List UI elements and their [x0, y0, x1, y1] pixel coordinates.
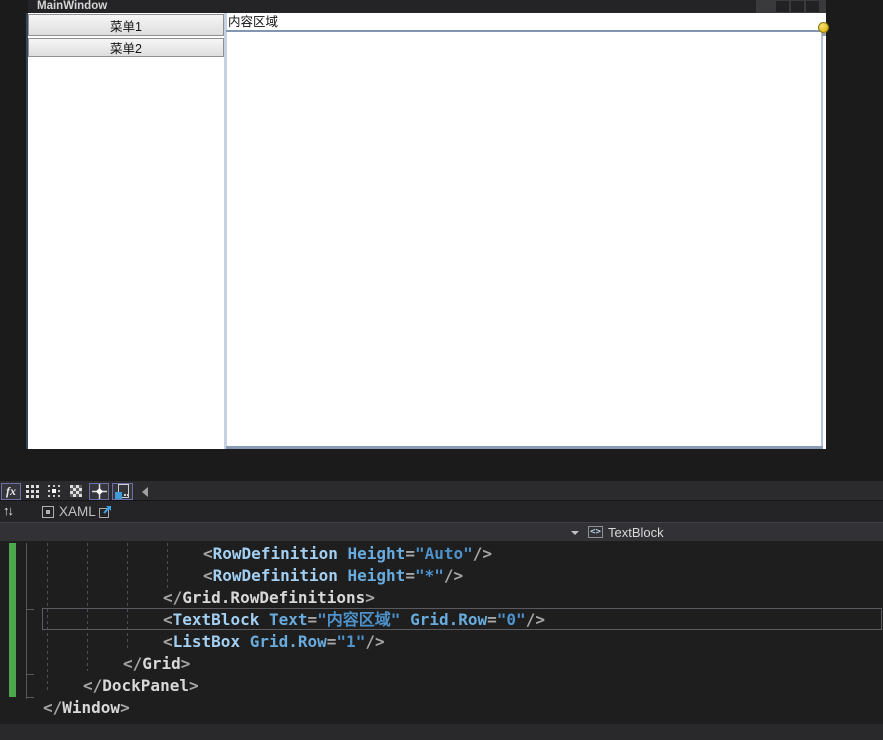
code-token: = [405, 544, 415, 563]
listbox-bottom-border [226, 446, 823, 449]
indent-guide [127, 543, 128, 649]
project-code-icon[interactable] [112, 483, 133, 500]
code-token: > [365, 588, 375, 607]
lightbulb-handle-icon[interactable] [818, 22, 829, 33]
code-token: > [120, 698, 130, 717]
track-changes-bar [9, 543, 16, 697]
outlining-tick [26, 697, 34, 698]
code-token: /> [444, 566, 463, 585]
designer-toolbar: fx [0, 481, 883, 500]
collapse-left-icon[interactable] [139, 483, 151, 500]
code-token: = [327, 632, 337, 651]
code-line-1[interactable]: <RowDefinition Height="Auto"/> [203, 543, 492, 565]
code-token: /> [473, 544, 492, 563]
swap-panes-icon[interactable]: ↑↓ [3, 503, 12, 518]
listbox-top-border [226, 30, 823, 32]
close-button[interactable] [806, 1, 819, 12]
code-token: Grid.RowDefinitions [182, 588, 365, 607]
editor-pane-tab-bar: ↑↓ XAML [0, 500, 883, 522]
code-token: TextBlock [173, 610, 260, 629]
code-token: "内容区域" [317, 610, 400, 629]
design-surface[interactable]: 菜单1 菜单2 内容区域 [28, 13, 826, 449]
xaml-code-editor[interactable]: <RowDefinition Height="Auto"/><RowDefini… [0, 541, 883, 740]
indent-guide [167, 543, 168, 588]
code-token [400, 610, 410, 629]
snaplines-icon[interactable] [89, 483, 109, 500]
window-buttons-group [756, 0, 826, 13]
code-line-3[interactable]: </Grid.RowDefinitions> [163, 587, 375, 609]
code-line-4[interactable]: <TextBlock Text="内容区域" Grid.Row="0"/> [163, 609, 545, 631]
design-window-titlebar: MainWindow [28, 0, 826, 13]
code-token: RowDefinition [213, 544, 338, 563]
code-token [338, 544, 348, 563]
code-token: "Auto" [415, 544, 473, 563]
code-line-7[interactable]: </DockPanel> [83, 675, 199, 697]
code-token: = [487, 610, 497, 629]
code-line-5[interactable]: <ListBox Grid.Row="1"/> [163, 631, 385, 653]
dot-grid-icon[interactable] [46, 483, 63, 500]
editor-bottom-strip [0, 724, 883, 740]
code-token: = [308, 610, 318, 629]
code-token: "*" [415, 566, 444, 585]
code-token [259, 610, 269, 629]
code-token: Window [62, 698, 120, 717]
code-token: Height [348, 566, 406, 585]
code-line-6[interactable]: </Grid> [123, 653, 190, 675]
checkerboard-background-icon[interactable] [68, 483, 85, 500]
code-token: Grid.Row [250, 632, 327, 651]
code-token: </ [83, 676, 102, 695]
code-token: Grid [142, 654, 181, 673]
outlining-tick [26, 609, 34, 610]
code-token: = [405, 566, 415, 585]
code-token: </ [163, 588, 182, 607]
maximize-button[interactable] [791, 1, 804, 12]
content-textblock[interactable]: 内容区域 [228, 14, 278, 30]
code-token: < [163, 610, 173, 629]
code-token: /> [526, 610, 545, 629]
xaml-designer-window: MainWindow 菜单1 菜单2 内容区域 fx ↑↓ XAML [0, 0, 883, 740]
member-dropdown[interactable]: TextBlock [608, 525, 664, 540]
popout-window-icon[interactable] [99, 505, 112, 518]
code-token: Grid.Row [410, 610, 487, 629]
code-token: > [189, 676, 199, 695]
code-token: </ [123, 654, 142, 673]
code-token: "1" [336, 632, 365, 651]
code-line-2[interactable]: <RowDefinition Height="*"/> [203, 565, 463, 587]
menu-item[interactable]: 菜单2 [28, 38, 224, 57]
code-token: RowDefinition [213, 566, 338, 585]
outlining-guide[interactable] [26, 543, 27, 699]
code-token [338, 566, 348, 585]
code-token: /> [365, 632, 384, 651]
code-token [240, 632, 250, 651]
tab-xaml[interactable]: XAML [59, 504, 96, 519]
code-token: Text [269, 610, 308, 629]
listbox-right-border [821, 31, 823, 448]
code-token: Height [348, 544, 406, 563]
menu-item[interactable]: 菜单1 [28, 14, 224, 36]
dock-divider [224, 13, 227, 449]
xaml-document-icon [42, 506, 54, 518]
code-token: </ [43, 698, 62, 717]
indent-guide [87, 543, 88, 671]
code-token: < [203, 544, 213, 563]
code-token: "0" [497, 610, 526, 629]
code-token: ListBox [173, 632, 240, 651]
code-token: > [181, 654, 191, 673]
chevron-down-icon[interactable] [571, 531, 579, 535]
code-token: < [163, 632, 173, 651]
code-token: < [203, 566, 213, 585]
outlining-tick [26, 674, 34, 675]
xml-element-icon: <> [588, 526, 603, 538]
editor-navigation-bar: <> TextBlock [0, 522, 883, 541]
design-window-title: MainWindow [37, 0, 107, 13]
minimize-button[interactable] [776, 1, 789, 12]
effects-fx-icon[interactable]: fx [1, 483, 21, 500]
snap-grid-icon[interactable] [24, 483, 41, 500]
code-token: DockPanel [102, 676, 189, 695]
code-line-8[interactable]: </Window> [43, 697, 130, 719]
lightbulb-base [822, 33, 826, 36]
